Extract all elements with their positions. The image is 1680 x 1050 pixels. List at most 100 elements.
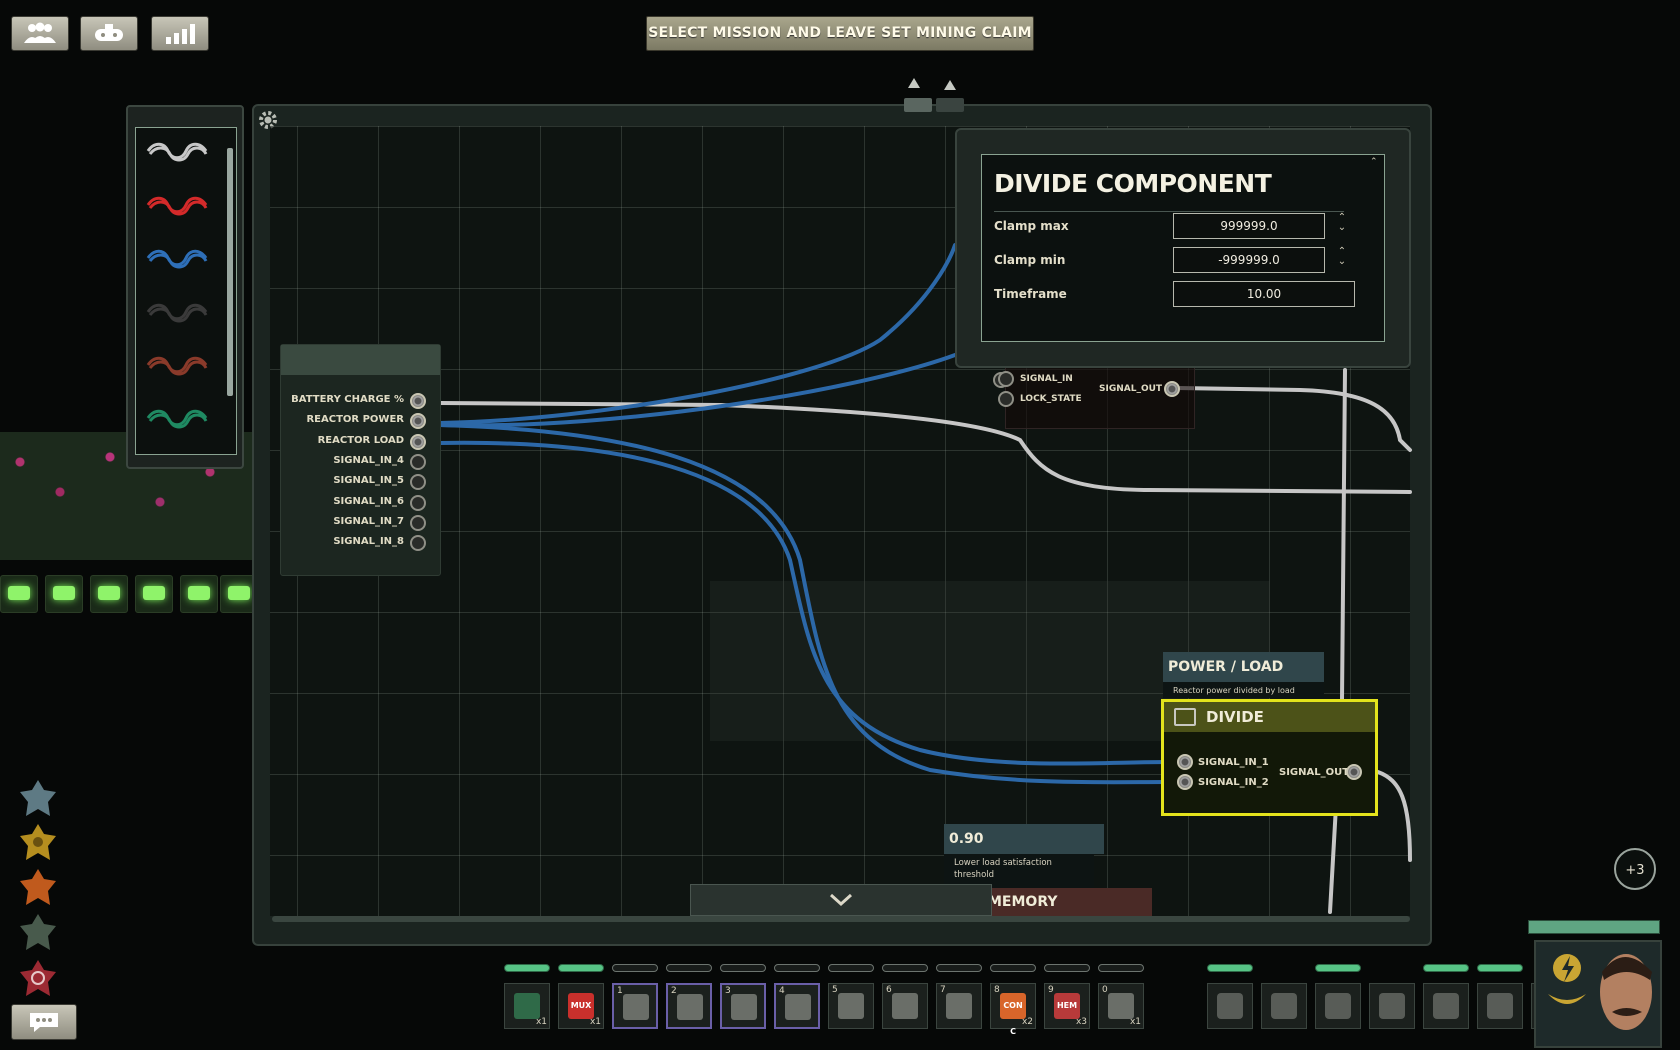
divide-out-connector[interactable] — [1346, 764, 1362, 780]
divide-header[interactable]: DIVIDE — [1164, 702, 1375, 732]
hotbar-slot-bar — [666, 964, 712, 972]
threshold-label[interactable]: 0.90 — [944, 824, 1104, 854]
talent-icon-3[interactable] — [18, 867, 58, 907]
hotbar-slot-number: 6 — [886, 985, 892, 995]
hotbar-slot-number: 0 — [1102, 985, 1108, 995]
diving-suit-icon — [1379, 993, 1405, 1019]
equipment-slot[interactable] — [1477, 983, 1523, 1029]
relay-signal-out-connector[interactable] — [1164, 381, 1180, 397]
settings-content: DIVIDE COMPONENT Clamp max 999999.0 ⌃ ⌄ C… — [981, 154, 1385, 342]
input-connector-label: BATTERY CHARGE % — [291, 394, 404, 405]
input-connector-label: SIGNAL_IN_8 — [333, 536, 404, 548]
input-connector[interactable] — [410, 433, 426, 450]
divide-component[interactable]: DIVIDE — [1161, 699, 1378, 816]
input-connector[interactable] — [410, 494, 426, 511]
input-component-header[interactable] — [281, 345, 440, 375]
vest-icon — [1325, 993, 1351, 1019]
equipment-slot[interactable] — [1315, 983, 1361, 1029]
hotbar-slot[interactable]: 4 — [774, 983, 820, 1029]
input-connector-label: SIGNAL_IN_7 — [333, 515, 404, 527]
health-bar — [1528, 920, 1660, 934]
clamp-max-stepper[interactable]: ⌃ ⌄ — [1334, 213, 1350, 233]
collapse-panel-button[interactable] — [690, 884, 992, 916]
equipment-slot-bar — [1315, 964, 1361, 972]
hotbar-slot[interactable]: HEM 9 x3 — [1044, 983, 1090, 1029]
talent-icon-2[interactable] — [18, 822, 58, 862]
equipment-slot-bar — [1207, 964, 1253, 972]
input-connector-label: SIGNAL_IN_6 — [333, 495, 404, 507]
avatar — [1600, 954, 1652, 1030]
hotbar-slot-bar — [828, 964, 874, 972]
hotbar-slot[interactable]: x1 — [504, 983, 550, 1029]
hotbar-slot-number: 9 — [1048, 985, 1054, 995]
power-load-label[interactable]: POWER / LOAD — [1163, 652, 1324, 682]
input-connector-label: REACTOR POWER — [306, 414, 404, 426]
hotbar-slot[interactable]: 6 — [882, 983, 928, 1029]
hotbar-slot-bar — [504, 964, 550, 972]
hotbar-slot[interactable]: 7 — [936, 983, 982, 1029]
board-scrollbar[interactable] — [272, 916, 1410, 922]
hotbar-slot-bar — [936, 964, 982, 972]
wire-blue — [438, 440, 1170, 766]
hotbar-slot[interactable]: 5 — [828, 983, 874, 1029]
equipment-slot-bar — [1423, 964, 1469, 972]
relay-signal-in-label: SIGNAL_IN — [1020, 374, 1073, 384]
divide-title: DIVIDE — [1206, 708, 1264, 726]
hotbar-slot-number: 2 — [671, 986, 677, 996]
timeframe-label: Timeframe — [994, 287, 1067, 301]
hotbar-slot-bar — [612, 964, 658, 972]
hotbar-slot-number: 3 — [725, 986, 731, 996]
rifle-icon — [1217, 993, 1243, 1019]
equipment-slot[interactable] — [1369, 983, 1415, 1029]
hotbar-slot-number: 5 — [832, 985, 838, 995]
settings-scrollbar[interactable]: ⌃ — [1370, 157, 1378, 337]
divide-in1-connector[interactable] — [1177, 754, 1193, 770]
input-connector[interactable] — [410, 393, 426, 409]
hotbar-slot-bar — [558, 964, 604, 972]
relay-signal-in-connector[interactable] — [998, 371, 1014, 387]
hotbar-slot-quantity: x1 — [1129, 1017, 1141, 1027]
equipment-slot[interactable] — [1207, 983, 1253, 1029]
clamp-max-field[interactable]: 999999.0 — [1173, 213, 1325, 239]
hotbar-slot[interactable]: 0 x1 — [1098, 983, 1144, 1029]
hotbar-slot-number: 8 — [994, 985, 1000, 995]
hem-icon: HEM — [1054, 993, 1080, 1019]
clamp-min-label: Clamp min — [994, 253, 1066, 267]
hotbar-slot[interactable]: 2 — [666, 983, 712, 1029]
chat-button[interactable] — [11, 1004, 77, 1040]
divide-in2-connector[interactable] — [1177, 774, 1193, 790]
wire-blue — [438, 243, 957, 425]
input-connector[interactable] — [410, 535, 426, 552]
equipment-slot[interactable] — [1423, 983, 1469, 1029]
hotbar-slot[interactable]: 1 — [612, 983, 658, 1029]
relay-lock-state-connector[interactable] — [998, 391, 1014, 407]
timeframe-field[interactable]: 10.00 — [1173, 281, 1355, 307]
hotbar-slot[interactable]: 3 — [720, 983, 766, 1029]
equipment-slot[interactable] — [1261, 983, 1307, 1029]
threshold-note: Lower load satisfaction threshold — [944, 854, 1094, 888]
talent-icon-1[interactable] — [18, 778, 58, 818]
input-connector-label: SIGNAL_IN_4 — [333, 454, 404, 466]
hotbar-slot-bar — [1098, 964, 1144, 972]
relay-lock-state-label: LOCK_STATE — [1020, 394, 1082, 404]
clamp-min-stepper[interactable]: ⌃ ⌄ — [1334, 247, 1350, 267]
hotbar-slot[interactable]: MUX x1 — [558, 983, 604, 1029]
notification-badge[interactable]: +3 — [1614, 848, 1656, 890]
character-portrait[interactable] — [1534, 940, 1662, 1048]
mux-icon: MUX — [568, 993, 594, 1019]
talent-icon-5[interactable] — [18, 958, 58, 998]
relay-signal-out-label: SIGNAL_OUT — [1099, 384, 1163, 394]
hotbar-slot-bar — [720, 964, 766, 972]
diving-mask-icon — [838, 993, 864, 1019]
input-connector[interactable] — [410, 453, 426, 470]
clamp-min-field[interactable]: -999999.0 — [1173, 247, 1325, 273]
wire-white — [1376, 770, 1412, 862]
hotbar-slot-number: 1 — [617, 986, 623, 996]
hotbar-slot-bar — [1044, 964, 1090, 972]
board-tabs[interactable] — [904, 76, 964, 120]
talent-icon-4[interactable] — [18, 912, 58, 952]
input-connector[interactable] — [410, 514, 426, 531]
input-connector-label: REACTOR LOAD — [317, 434, 404, 446]
hotbar-slot-number: 4 — [779, 986, 785, 996]
hotbar-slot[interactable]: CON C 8 x2 — [990, 983, 1036, 1036]
